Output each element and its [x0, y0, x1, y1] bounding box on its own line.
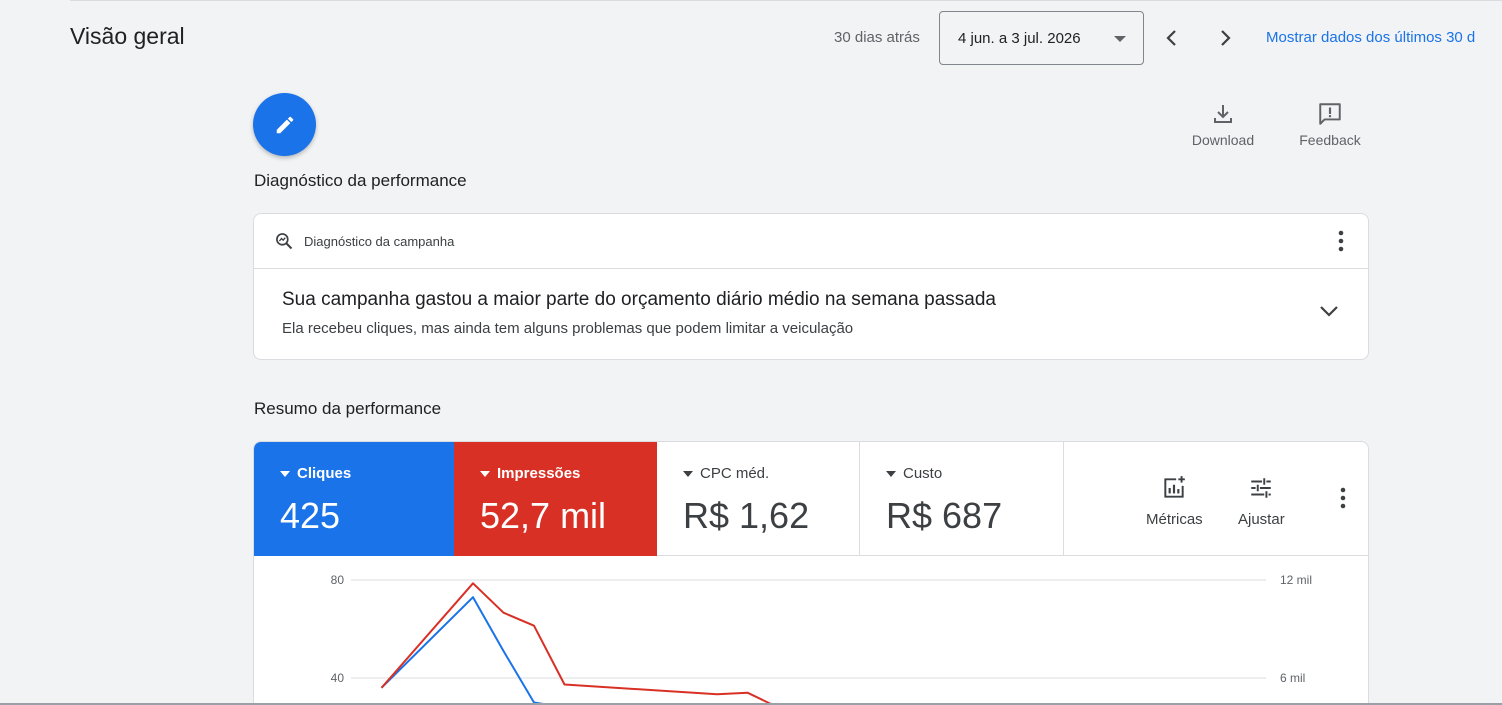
metrics-button[interactable]: Métricas	[1146, 475, 1203, 528]
metric-impressions-value: 52,7 mil	[480, 495, 607, 536]
diagnostics-headline: Sua campanha gastou a maior parte do orç…	[282, 289, 996, 310]
metric-avg-cpc-value: R$ 1,62	[683, 495, 810, 536]
chart-more-button[interactable]	[1340, 487, 1346, 514]
metric-avg-cpc[interactable]: CPC méd. R$ 1,62	[657, 442, 860, 556]
more-vert-icon	[1338, 230, 1344, 252]
performance-summary-card: Cliques 425 Impressões 52,7 mil CPC méd.…	[253, 441, 1369, 705]
metric-cost-value: R$ 687	[886, 495, 1003, 536]
metric-avg-cpc-label: CPC méd.	[700, 465, 770, 482]
metric-clicks-name-row: Cliques	[280, 465, 351, 482]
metric-cost[interactable]: Custo R$ 687	[860, 442, 1064, 556]
metric-clicks-value: 425	[280, 495, 341, 536]
summary-section-title: Resumo da performance	[254, 399, 442, 418]
chart-tools: Métricas Ajustar	[1064, 442, 1368, 556]
diagnostics-subtext: Ela recebeu cliques, mas ainda tem algun…	[282, 320, 854, 337]
search-insights-icon	[274, 231, 294, 256]
metric-cost-label: Custo	[903, 465, 943, 482]
diagnostics-section-title: Diagnóstico da performance	[254, 171, 467, 190]
performance-chart-svg: 80 40 12 mil 6 mil	[331, 573, 1312, 705]
add-chart-icon	[1164, 476, 1186, 498]
metric-clicks[interactable]: Cliques 425	[254, 442, 454, 556]
adjust-button-label: Ajustar	[1238, 511, 1285, 528]
tune-icon	[1251, 478, 1272, 498]
metric-impressions-label: Impressões	[497, 465, 581, 482]
left-axis-tick-label: 80	[331, 573, 345, 587]
diagnostics-card-label: Diagnóstico da campanha	[304, 234, 455, 249]
chevron-right-icon	[1221, 30, 1231, 46]
dropdown-caret-icon	[1114, 36, 1126, 42]
dropdown-arrow-icon	[683, 470, 693, 477]
chevron-down-icon	[1320, 306, 1338, 317]
feedback-icon	[1319, 103, 1341, 125]
metric-avg-cpc-name-row: CPC méd.	[683, 465, 769, 482]
overview-page: Visão geral 30 dias atrás 4 jun. a 3 jul…	[0, 0, 1502, 705]
metric-impressions-name-row: Impressões	[480, 465, 580, 482]
next-period-button[interactable]	[1211, 22, 1241, 54]
metrics-button-label: Métricas	[1146, 511, 1203, 528]
download-icon	[1214, 105, 1232, 123]
period-label: 30 dias atrás	[834, 29, 920, 46]
series-line-impressions	[380, 582, 776, 705]
series-line-clicks	[380, 596, 556, 705]
dropdown-arrow-icon	[886, 470, 896, 477]
metric-impressions[interactable]: Impressões 52,7 mil	[454, 442, 657, 556]
chevron-left-icon	[1166, 30, 1176, 46]
top-divider	[70, 0, 1502, 1]
download-button[interactable]: Download	[1178, 100, 1268, 152]
right-axis-tick-label: 12 mil	[1280, 573, 1312, 587]
show-last-30-days-link[interactable]: Mostrar dados dos últimos 30 d	[1266, 29, 1475, 46]
campaign-diagnostics-card: Diagnóstico da campanha Sua campanha gas…	[253, 213, 1369, 360]
diagnostics-more-button[interactable]	[1338, 230, 1344, 257]
edit-fab-button[interactable]	[253, 93, 316, 156]
adjust-button[interactable]: Ajustar	[1238, 475, 1285, 528]
pencil-icon	[276, 116, 293, 133]
dropdown-arrow-icon	[280, 470, 290, 477]
feedback-button[interactable]: Feedback	[1285, 100, 1375, 152]
expand-diagnostics-button[interactable]	[1318, 304, 1340, 323]
date-range-value: 4 jun. a 3 jul. 2026	[958, 30, 1081, 47]
metric-clicks-label: Cliques	[297, 465, 352, 482]
right-axis-tick-label: 6 mil	[1280, 671, 1305, 685]
download-label: Download	[1191, 132, 1255, 148]
performance-chart: 80 40 12 mil 6 mil	[254, 556, 1368, 705]
metric-cost-name-row: Custo	[886, 465, 942, 482]
feedback-label: Feedback	[1299, 132, 1361, 148]
previous-period-button[interactable]	[1157, 22, 1187, 54]
date-range-select[interactable]: 4 jun. a 3 jul. 2026	[939, 11, 1144, 65]
diagnostics-card-header: Diagnóstico da campanha	[254, 214, 1368, 269]
more-vert-icon	[1340, 487, 1346, 509]
page-title: Visão geral	[70, 23, 185, 49]
dropdown-arrow-icon	[480, 470, 490, 477]
left-axis-tick-label: 40	[331, 671, 345, 685]
